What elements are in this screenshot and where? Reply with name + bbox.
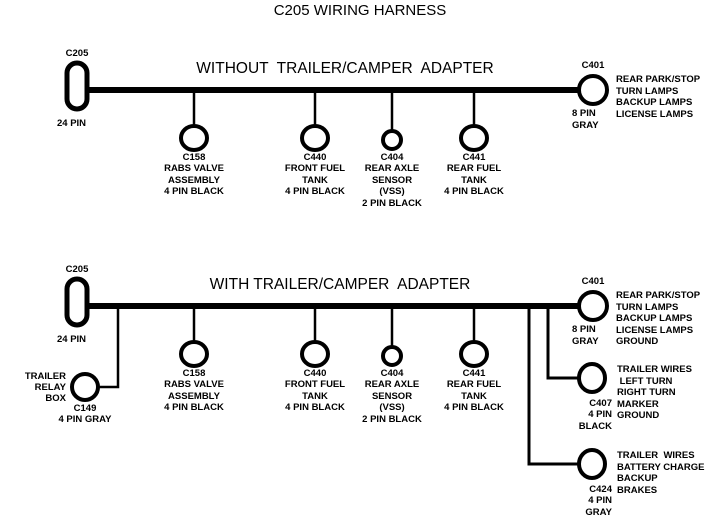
connector-c407-functions: TRAILER WIRES LEFT TURN RIGHT TURN MARKE… — [617, 364, 692, 421]
connector-c440-circle-2 — [300, 340, 330, 368]
connector-c441-code-2: C441 — [462, 368, 486, 379]
connector-c149-circle — [70, 372, 100, 402]
connector-c407-pins: 4 PIN BLACK — [578, 409, 612, 432]
connector-c440-code: C440 — [303, 152, 327, 163]
drop-c424 — [527, 306, 578, 466]
connector-c401-pins-2: 8 PIN GRAY — [572, 324, 599, 347]
connector-c158-desc-2: RABS VALVE ASSEMBLY 4 PIN BLACK — [164, 379, 224, 413]
connector-c149-code: C149 — [73, 403, 97, 414]
connector-c401-circle-2 — [577, 290, 609, 322]
connector-c158-circle — [179, 124, 209, 152]
connector-c440-circle — [300, 124, 330, 152]
connector-c407-circle — [577, 362, 607, 394]
connector-c440-code-2: C440 — [303, 368, 327, 379]
connector-c424-circle — [577, 448, 607, 480]
connector-c205-code: C205 — [65, 48, 89, 59]
connector-c401-code: C401 — [581, 60, 605, 71]
connector-c441-code: C441 — [462, 152, 486, 163]
connector-c205-body-2 — [64, 276, 90, 328]
connector-c404-circle-2 — [381, 345, 403, 367]
connector-c158-code-2: C158 — [182, 368, 206, 379]
connector-c205-pins: 24 PIN — [57, 118, 87, 129]
connector-c158-desc: RABS VALVE ASSEMBLY 4 PIN BLACK — [164, 163, 224, 197]
section-title-without-adapter: WITHOUT TRAILER/CAMPER ADAPTER — [196, 60, 494, 77]
connector-c424-code: C424 — [589, 484, 612, 495]
connector-c404-code-2: C404 — [380, 368, 404, 379]
trailer-relay-box-label: TRAILER RELAY BOX — [24, 371, 66, 404]
connector-c401-code-2: C401 — [581, 276, 605, 287]
connector-c440-desc-2: FRONT FUEL TANK 4 PIN BLACK — [284, 379, 346, 413]
connector-c158-circle-2 — [179, 340, 209, 368]
connector-c441-circle-2 — [459, 340, 489, 368]
connector-c401-functions: REAR PARK/STOP TURN LAMPS BACKUP LAMPS L… — [616, 74, 701, 120]
connector-c158-code: C158 — [182, 152, 206, 163]
connector-c404-desc: REAR AXLE SENSOR (VSS) 2 PIN BLACK — [362, 163, 422, 209]
connector-c424-functions: TRAILER WIRES BATTERY CHARGE BACKUP BRAK… — [617, 450, 705, 496]
connector-c404-code: C404 — [380, 152, 404, 163]
connector-c441-circle — [459, 124, 489, 152]
section-title-with-adapter: WITH TRAILER/CAMPER ADAPTER — [209, 276, 471, 293]
connector-c440-desc: FRONT FUEL TANK 4 PIN BLACK — [284, 163, 346, 197]
connector-c401-pins: 8 PIN GRAY — [572, 108, 599, 131]
connector-c205-body — [64, 60, 90, 112]
page-title: C205 WIRING HARNESS — [273, 2, 447, 19]
connector-c149-pins: 4 PIN GRAY — [58, 414, 112, 425]
connector-c404-circle — [381, 129, 403, 151]
connector-c205-pins-2: 24 PIN — [57, 334, 87, 345]
connector-c441-desc-2: REAR FUEL TANK 4 PIN BLACK — [444, 379, 504, 413]
connector-c424-pins: 4 PIN GRAY — [585, 495, 612, 518]
connector-c404-desc-2: REAR AXLE SENSOR (VSS) 2 PIN BLACK — [362, 379, 422, 425]
drop-c149 — [98, 306, 120, 389]
connector-c441-desc: REAR FUEL TANK 4 PIN BLACK — [444, 163, 504, 197]
connector-c401-functions-2: REAR PARK/STOP TURN LAMPS BACKUP LAMPS L… — [616, 290, 701, 347]
connector-c205-code-2: C205 — [65, 264, 89, 275]
connector-c407-code: C407 — [589, 398, 612, 409]
connector-c401-circle — [577, 74, 609, 106]
